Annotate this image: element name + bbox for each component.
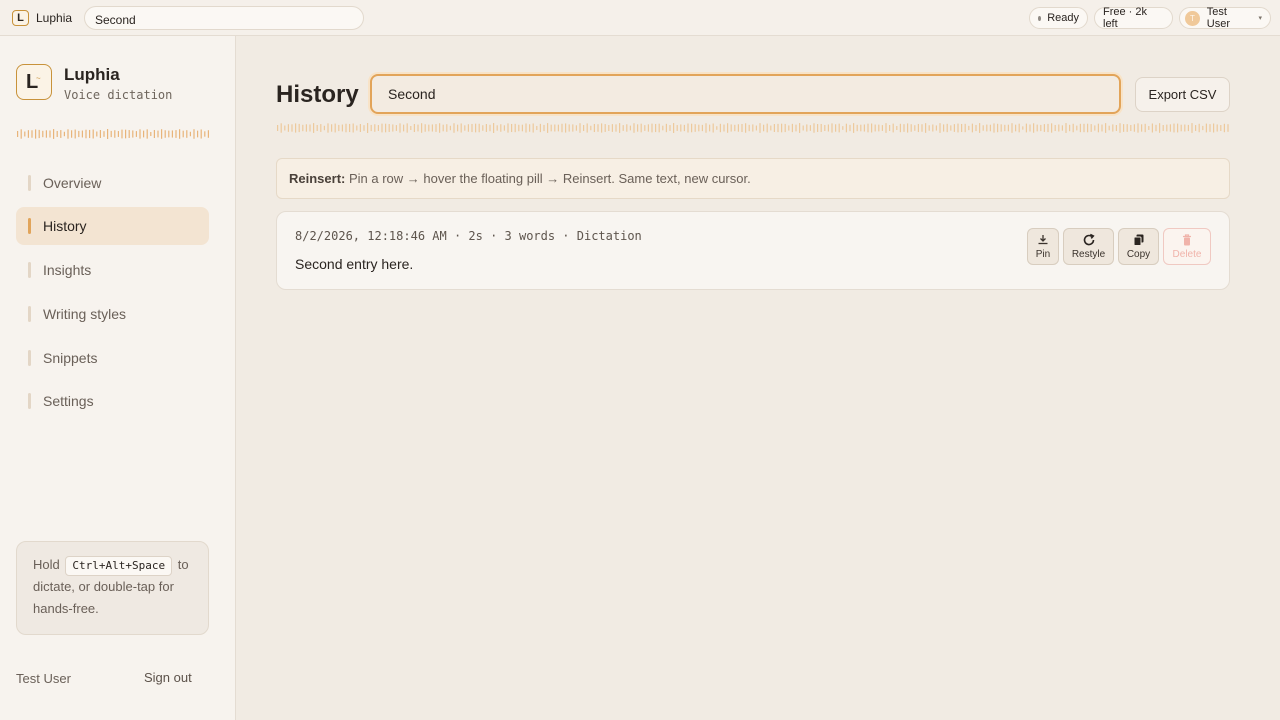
global-search-input[interactable] [84, 6, 364, 30]
pin-button[interactable]: Pin [1027, 228, 1059, 265]
plan-badge[interactable]: Free · 2k left [1094, 6, 1173, 30]
sidebar-item-insights[interactable]: Insights [16, 251, 209, 289]
user-name: Test User [1206, 6, 1230, 30]
sidebar-user-name: Test User [16, 671, 71, 686]
entry-meta: 8/2/2026, 12:18:46 AM · 2s · 3 words · D… [295, 229, 642, 243]
sidebar-waveform-icon [17, 129, 209, 139]
sidebar-item-snippets[interactable]: Snippets [16, 339, 209, 377]
copy-button[interactable]: Copy [1118, 228, 1159, 265]
top-bar: L Luphia Ready Free · 2k left T Test Use… [0, 0, 1280, 36]
app-name: Luphia [36, 11, 73, 25]
sidebar-item-settings[interactable]: Settings [16, 382, 209, 420]
trash-icon [1183, 234, 1191, 246]
sidebar-item-label: Overview [43, 175, 102, 191]
user-menu-button[interactable]: T Test User ▾ [1179, 6, 1271, 30]
brand-subtitle: Voice dictation [64, 88, 173, 102]
export-csv-button[interactable]: Export CSV [1135, 77, 1230, 112]
sign-out-button[interactable]: Sign out [144, 670, 192, 685]
pin-icon [1038, 235, 1048, 245]
refresh-icon [1083, 233, 1095, 246]
sidebar-item-label: Writing styles [43, 306, 126, 322]
sidebar-item-history[interactable]: History [16, 207, 209, 245]
page-title: History [276, 81, 359, 108]
status-badge: Ready [1029, 7, 1088, 29]
history-entry[interactable]: 8/2/2026, 12:18:46 AM · 2s · 3 words · D… [276, 211, 1230, 290]
sidebar-item-label: Snippets [43, 350, 98, 366]
brand-logo-icon: L ~ [16, 64, 52, 100]
avatar: T [1185, 10, 1200, 26]
copy-icon [1133, 234, 1143, 246]
sidebar-item-label: History [43, 218, 87, 234]
sidebar-item-label: Settings [43, 393, 94, 409]
sidebar-item-label: Insights [43, 262, 92, 278]
history-search-input[interactable] [370, 74, 1121, 114]
brand-name: Luphia [64, 65, 120, 84]
restyle-button[interactable]: Restyle [1063, 228, 1114, 265]
banner-text: Pin a row → hover the floating pill → Re… [348, 171, 751, 186]
banner-title: Reinsert: [289, 171, 346, 186]
delete-button[interactable]: Delete [1163, 228, 1211, 265]
status-dot-icon [1038, 15, 1042, 21]
sidebar-item-writing-styles[interactable]: Writing styles [16, 295, 209, 333]
app-logo-icon: L [12, 10, 29, 26]
sidebar: L ~ Luphia Voice dictation Overview Hist… [0, 36, 236, 720]
caret-down-icon: ▾ [1258, 15, 1262, 22]
shortcut-key: Ctrl+Alt+Space [65, 556, 173, 576]
wave-glyph-icon: ~ [36, 74, 41, 83]
dictation-hint: Hold Ctrl+Alt+Space to dictate, or doubl… [16, 541, 209, 635]
sidebar-item-overview[interactable]: Overview [16, 164, 209, 202]
entry-text: Second entry here. [295, 256, 414, 272]
waveform-icon [277, 123, 1229, 133]
reinsert-banner: Reinsert: Pin a row → hover the floating… [276, 158, 1230, 199]
